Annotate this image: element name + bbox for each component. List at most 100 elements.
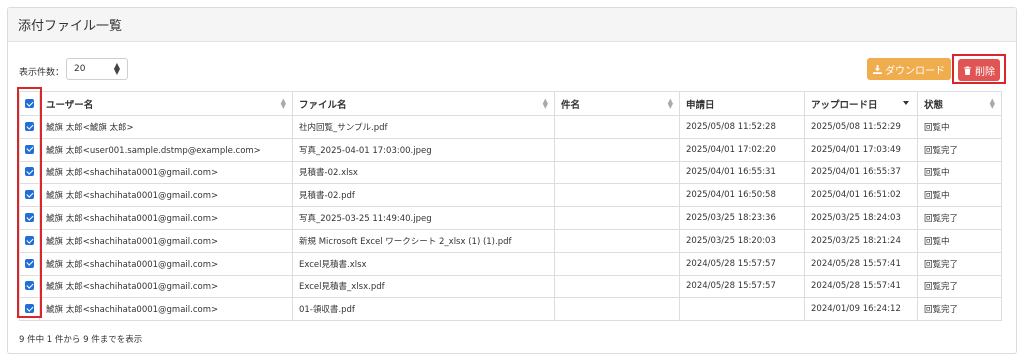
cell-status: 回覧完了 [917,297,1002,322]
cell-status: 回覧中 [917,228,1002,253]
cell-applied-date: 2025/04/01 16:50:58 [679,183,805,208]
table-row[interactable]: 鯱旗 太郎<user001.sample.dstmp@example.com> 写… [19,137,1002,162]
cell-user: 鯱旗 太郎<shachihata0001@gmail.com> [39,228,293,253]
table-header-row: ユーザー名 ▲ ▼ ファイル名 ▲ ▼ 件名 ▲ ▼ 申請日 アップロード日 状態 ▲ ▼ [19,91,1002,116]
row-checkbox[interactable] [25,144,34,154]
row-checkbox[interactable] [25,167,34,177]
cell-upload-date: 2024/01/09 16:24:12 [804,297,918,322]
cell-applied-date: 2025/05/08 11:52:28 [679,115,805,139]
table-row[interactable]: 鯱旗 太郎<shachihata0001@gmail.com> 写真_2025-0… [19,206,1002,230]
attachments-table: ユーザー名 ▲ ▼ ファイル名 ▲ ▼ 件名 ▲ ▼ 申請日 アップロード日 状態 ▲ ▼ 鯱旗… [19,91,1002,322]
cell-subject [554,274,680,299]
cell-upload-date: 2025/04/01 16:51:02 [804,183,918,208]
cell-user: 鯱旗 太郎<shachihata0001@gmail.com> [39,251,293,276]
cell-subject [554,137,680,162]
table-row[interactable]: 鯱旗 太郎<鯱旗 太郎> 社内回覧_サンプル.pdf 2025/05/08 11:5… [19,115,1002,139]
download-label: ダウンロード [885,65,945,77]
table-row[interactable]: 鯱旗 太郎<shachihata0001@gmail.com> Excel見積書_… [19,274,1002,299]
table-row[interactable]: 鯱旗 太郎<shachihata0001@gmail.com> Excel見積書.… [19,251,1002,276]
cell-upload-date: 2024/05/28 15:57:41 [804,274,918,299]
table-row[interactable]: 鯱旗 太郎<shachihata0001@gmail.com> 見積書-02.pd… [19,183,1002,208]
sort-icon: ▲ ▼ [542,97,548,110]
delete-button[interactable]: 削除 [958,59,1000,81]
cell-status: 回覧完了 [917,274,1002,299]
cell-subject [554,297,680,322]
pagination-info: 9 件中 1 件から 9 件までを表示 [19,335,143,345]
column-status[interactable]: 状態 ▲ ▼ [917,91,1002,116]
row-checkbox[interactable] [25,258,34,268]
column-subject[interactable]: 件名 ▲ ▼ [554,91,680,116]
cell-applied-date: 2024/05/28 15:57:57 [679,251,805,276]
cell-file: 写真_2025-03-25 11:49:40.jpeg [292,206,555,230]
cell-status: 回覧完了 [917,137,1002,162]
cell-subject [554,251,680,276]
cell-user: 鯱旗 太郎<shachihata0001@gmail.com> [39,206,293,230]
row-checkbox-cell[interactable] [19,137,40,162]
page-size-select[interactable]: 20 ▲ ▼ [66,58,128,80]
cell-status: 回覧中 [917,115,1002,139]
cell-subject [554,160,680,185]
row-checkbox-cell[interactable] [19,251,40,276]
row-checkbox[interactable] [25,213,34,223]
cell-user: 鯱旗 太郎<user001.sample.dstmp@example.com> [39,137,293,162]
cell-user: 鯱旗 太郎<shachihata0001@gmail.com> [39,160,293,185]
page-size-label: 表示件数： [19,68,65,78]
row-checkbox-cell[interactable] [19,297,40,322]
row-checkbox-cell[interactable] [19,206,40,230]
cell-upload-date: 2025/05/08 11:52:29 [804,115,918,139]
cell-subject [554,183,680,208]
page-size-value: 20 [74,64,86,74]
page-title: 添付ファイル一覧 [18,19,123,34]
row-checkbox[interactable] [25,304,34,314]
row-checkbox[interactable] [25,281,34,291]
cell-upload-date: 2025/04/01 17:03:49 [804,137,918,162]
cell-file: 01-領収書.pdf [292,297,555,322]
cell-status: 回覧中 [917,183,1002,208]
toolbar: 表示件数： 20 ▲ ▼ ダウンロード 削除 [8,48,1016,84]
card-header: 添付ファイル一覧 [8,8,1016,42]
cell-subject [554,228,680,253]
column-upload-date[interactable]: アップロード日 [804,91,918,116]
select-all-cell[interactable] [19,91,40,116]
row-checkbox[interactable] [25,235,34,245]
cell-status: 回覧完了 [917,206,1002,230]
download-button[interactable]: ダウンロード [867,58,951,80]
column-user[interactable]: ユーザー名 ▲ ▼ [39,91,293,116]
cell-user: 鯱旗 太郎<shachihata0001@gmail.com> [39,183,293,208]
cell-subject [554,206,680,230]
cell-file: 見積書-02.pdf [292,183,555,208]
table-row[interactable]: 鯱旗 太郎<shachihata0001@gmail.com> 見積書-02.xl… [19,160,1002,185]
sort-desc-icon [903,101,909,105]
table-row[interactable]: 鯱旗 太郎<shachihata0001@gmail.com> 新規 Micros… [19,228,1002,253]
row-checkbox-cell[interactable] [19,228,40,253]
cell-file: Excel見積書_xlsx.pdf [292,274,555,299]
delete-label: 削除 [975,66,995,78]
cell-file: 社内回覧_サンプル.pdf [292,115,555,139]
row-checkbox-cell[interactable] [19,274,40,299]
row-checkbox[interactable] [25,121,34,131]
cell-applied-date: 2025/04/01 17:02:20 [679,137,805,162]
row-checkbox[interactable] [25,190,34,200]
column-file[interactable]: ファイル名 ▲ ▼ [292,91,555,116]
sort-icon: ▲ ▼ [280,97,286,110]
cell-upload-date: 2025/03/25 18:24:03 [804,206,918,230]
cell-upload-date: 2025/03/25 18:21:24 [804,228,918,253]
cell-user: 鯱旗 太郎<shachihata0001@gmail.com> [39,274,293,299]
cell-file: 見積書-02.xlsx [292,160,555,185]
cell-user: 鯱旗 太郎<鯱旗 太郎> [39,115,293,139]
table-row[interactable]: 鯱旗 太郎<shachihata0001@gmail.com> 01-領収書.pd… [19,297,1002,322]
attachments-card: 添付ファイル一覧 表示件数： 20 ▲ ▼ ダウンロード 削除 ユーザー名 ▲ … [7,7,1017,354]
cell-applied-date: 2025/04/01 16:55:31 [679,160,805,185]
cell-applied-date [679,297,805,322]
sort-icon: ▲ ▼ [667,97,673,110]
sort-icon: ▲ ▼ [989,97,995,110]
cell-applied-date: 2024/05/28 15:57:57 [679,274,805,299]
cell-file: 新規 Microsoft Excel ワークシート 2_xlsx (1) (1)… [292,228,555,253]
row-checkbox-cell[interactable] [19,183,40,208]
row-checkbox-cell[interactable] [19,115,40,139]
row-checkbox-cell[interactable] [19,160,40,185]
column-applied-date[interactable]: 申請日 [679,91,805,116]
cell-upload-date: 2025/04/01 16:55:37 [804,160,918,185]
select-all-checkbox[interactable] [25,99,34,108]
cell-applied-date: 2025/03/25 18:23:36 [679,206,805,230]
